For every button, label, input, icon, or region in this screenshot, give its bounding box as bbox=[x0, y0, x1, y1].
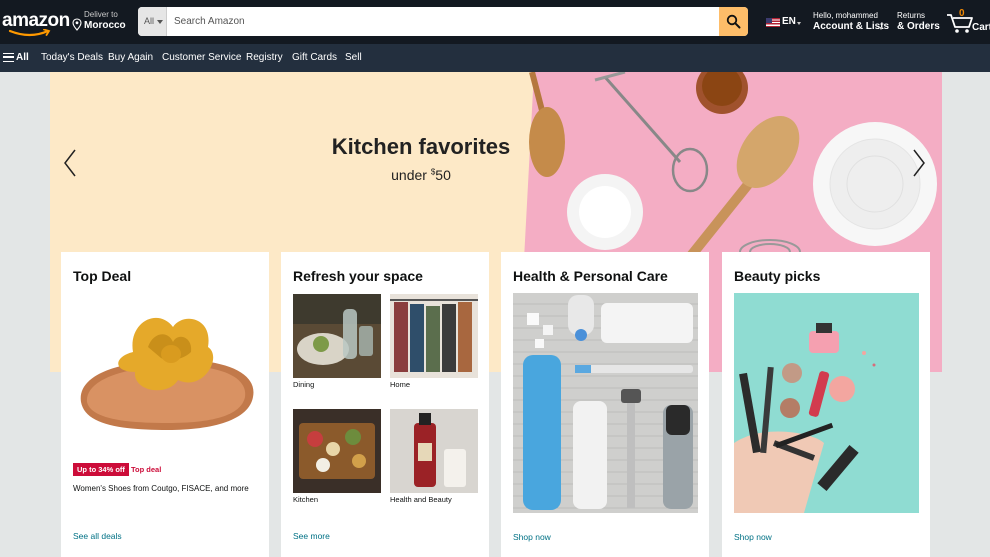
chevron-down-icon bbox=[157, 20, 163, 24]
tile-health-and-beauty[interactable] bbox=[390, 409, 478, 493]
tile-home[interactable] bbox=[390, 294, 478, 378]
search-category-select[interactable]: All bbox=[138, 7, 167, 36]
home-image bbox=[390, 294, 478, 378]
card-title: Top Deal bbox=[73, 268, 132, 284]
language-code: EN bbox=[782, 16, 796, 27]
tile-dining[interactable] bbox=[293, 294, 381, 378]
page-margin-right bbox=[942, 72, 990, 557]
tile-label-health-and-beauty[interactable]: Health and Beauty bbox=[390, 495, 452, 504]
nav-sell[interactable]: Sell bbox=[345, 52, 362, 63]
page-margin-left bbox=[0, 72, 50, 557]
nav-all[interactable]: All bbox=[16, 52, 29, 63]
nav-buy-again[interactable]: Buy Again bbox=[108, 52, 153, 63]
chevron-down-icon bbox=[879, 27, 883, 30]
chevron-down-icon bbox=[797, 22, 801, 25]
card-title: Refresh your space bbox=[293, 268, 423, 284]
search-bar: All bbox=[138, 7, 748, 36]
sandal-image[interactable] bbox=[73, 302, 258, 452]
cart-button[interactable]: 0 Cart bbox=[946, 6, 990, 38]
secondary-navbar: All Today's Deals Buy Again Customer Ser… bbox=[0, 44, 990, 72]
carousel-next-arrow-icon[interactable] bbox=[912, 148, 926, 178]
amazon-logo[interactable]: amazon bbox=[2, 10, 70, 38]
logo-text: amazon bbox=[2, 10, 70, 31]
cart-count: 0 bbox=[959, 8, 965, 19]
search-icon bbox=[726, 14, 741, 29]
top-navbar: amazon Deliver to Morocco All EN bbox=[0, 0, 990, 44]
card-title: Beauty picks bbox=[734, 268, 821, 284]
nav-customer-service[interactable]: Customer Service bbox=[162, 52, 241, 63]
health-personal-care-image[interactable] bbox=[513, 293, 698, 513]
shop-now-link[interactable]: Shop now bbox=[513, 532, 551, 542]
card-title: Health & Personal Care bbox=[513, 268, 668, 284]
us-flag-icon bbox=[766, 18, 780, 27]
carousel-prev-arrow-icon[interactable] bbox=[63, 148, 77, 178]
health-beauty-image bbox=[390, 409, 478, 493]
tile-label-dining[interactable]: Dining bbox=[293, 380, 314, 389]
dining-image bbox=[293, 294, 381, 378]
nav-gift-cards[interactable]: Gift Cards bbox=[292, 52, 337, 63]
deliver-location: Morocco bbox=[84, 20, 126, 31]
card-refresh-your-space: Refresh your space Dining Home Kitchen H… bbox=[281, 252, 489, 557]
see-more-link[interactable]: See more bbox=[293, 531, 330, 541]
hero-amount: 50 bbox=[435, 167, 451, 183]
nav-registry[interactable]: Registry bbox=[246, 52, 283, 63]
deal-badge-label: Top deal bbox=[131, 465, 162, 474]
orders-label: & Orders bbox=[897, 21, 940, 32]
logo-smile-icon bbox=[8, 29, 51, 37]
deliver-label: Deliver to bbox=[84, 10, 118, 19]
tile-kitchen[interactable] bbox=[293, 409, 381, 493]
account-label: Account & Lists bbox=[813, 21, 890, 32]
personal-care-products-image bbox=[513, 293, 698, 513]
shop-now-link[interactable]: Shop now bbox=[734, 532, 772, 542]
account-greeting: Hello, mohammed bbox=[813, 11, 878, 20]
card-health-personal-care: Health & Personal Care Shop now bbox=[501, 252, 709, 557]
hero-subtitle: under $50 bbox=[250, 167, 592, 183]
search-input[interactable] bbox=[168, 7, 719, 36]
makeup-products-image bbox=[734, 293, 919, 513]
beauty-picks-image[interactable] bbox=[734, 293, 919, 513]
cart-label: Cart bbox=[972, 22, 990, 33]
returns-label: Returns bbox=[897, 11, 926, 20]
location-pin-icon bbox=[72, 18, 82, 31]
hero-title: Kitchen favorites bbox=[331, 134, 511, 159]
see-all-deals-link[interactable]: See all deals bbox=[73, 531, 122, 541]
deal-description[interactable]: Women's Shoes from Coutgo, FISACE, and m… bbox=[73, 484, 249, 493]
card-top-deal: Top Deal Up to 34% off Top deal Women's … bbox=[61, 252, 269, 557]
card-beauty-picks: Beauty picks Shop now bbox=[722, 252, 930, 557]
search-button[interactable] bbox=[719, 7, 748, 36]
hero-subtitle-prefix: under bbox=[391, 167, 431, 183]
tile-label-kitchen[interactable]: Kitchen bbox=[293, 495, 318, 504]
hamburger-menu-icon[interactable] bbox=[3, 53, 14, 62]
kitchen-image bbox=[293, 409, 381, 493]
search-category-label: All bbox=[144, 16, 155, 26]
nav-todays-deals[interactable]: Today's Deals bbox=[41, 52, 103, 63]
deal-badge: Up to 34% off bbox=[73, 463, 129, 476]
tile-label-home[interactable]: Home bbox=[390, 380, 410, 389]
